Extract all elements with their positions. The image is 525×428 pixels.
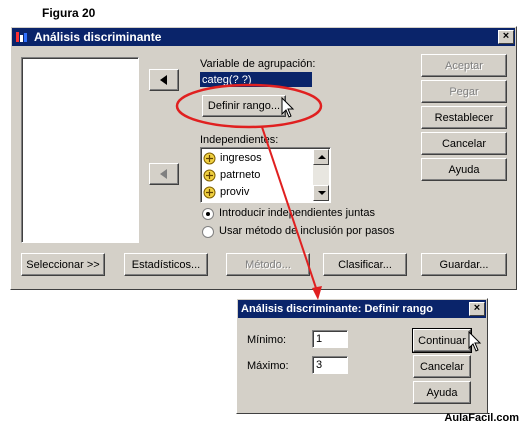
independents-label: Independientes: xyxy=(200,134,279,146)
grouping-variable-field[interactable]: categ(? ?) xyxy=(200,72,312,87)
define-range-dialog: Análisis discriminante: Definir rango × … xyxy=(236,298,488,414)
dialog-title: Análisis discriminante xyxy=(34,30,162,44)
chevron-up-icon xyxy=(318,155,326,159)
scroll-up-button[interactable] xyxy=(313,149,329,165)
site-watermark: AulaFacil.com xyxy=(444,412,519,424)
reset-button[interactable]: Restablecer xyxy=(421,106,507,129)
grouping-variable-label: Variable de agrupación: xyxy=(200,58,316,70)
radio-label: Usar método de inclusión por pasos xyxy=(219,225,395,237)
maximum-field[interactable]: 3 xyxy=(312,356,348,374)
scrollbar[interactable] xyxy=(313,149,329,201)
select-button[interactable]: Seleccionar >> xyxy=(21,253,105,276)
range-dialog-title: Análisis discriminante: Definir rango xyxy=(241,303,433,315)
dialog-titlebar: Análisis discriminante xyxy=(12,28,515,46)
scale-variable-icon xyxy=(203,186,216,198)
continue-button[interactable]: Continuar xyxy=(412,328,472,353)
range-cancel-button[interactable]: Cancelar xyxy=(413,355,471,378)
close-icon[interactable]: × xyxy=(498,30,514,44)
list-item[interactable]: proviv xyxy=(203,184,249,200)
range-dialog-titlebar: Análisis discriminante: Definir rango xyxy=(238,300,486,318)
maximum-label: Máximo: xyxy=(247,360,289,372)
save-button[interactable]: Guardar... xyxy=(421,253,507,276)
classify-button[interactable]: Clasificar... xyxy=(323,253,407,276)
chevron-down-icon xyxy=(318,191,326,195)
cancel-button[interactable]: Cancelar xyxy=(421,132,507,155)
scale-variable-icon xyxy=(203,152,216,164)
radio-enter-together[interactable] xyxy=(202,208,214,220)
list-item[interactable]: ingresos xyxy=(203,150,262,166)
arrow-left-icon xyxy=(160,169,167,179)
move-grouping-button[interactable] xyxy=(149,69,179,91)
discriminant-analysis-dialog: Análisis discriminante × Variable de agr… xyxy=(10,26,517,290)
radio-stepwise[interactable] xyxy=(202,226,214,238)
list-item[interactable]: patrneto xyxy=(203,167,260,183)
scale-variable-icon xyxy=(203,169,216,181)
define-range-button[interactable]: Definir rango... xyxy=(202,95,286,117)
figure-caption: Figura 20 xyxy=(42,6,96,20)
minimum-field[interactable]: 1 xyxy=(312,330,348,348)
close-icon[interactable]: × xyxy=(469,302,485,316)
range-help-button[interactable]: Ayuda xyxy=(413,381,471,404)
arrow-left-icon xyxy=(160,75,167,85)
radio-label: Introducir independientes juntas xyxy=(219,207,375,219)
independents-list[interactable]: ingresos patrneto proviv xyxy=(200,147,331,203)
move-independent-button[interactable] xyxy=(149,163,179,185)
accept-button[interactable]: Aceptar xyxy=(421,54,507,77)
minimum-label: Mínimo: xyxy=(247,334,287,346)
scroll-down-button[interactable] xyxy=(313,185,329,201)
help-button[interactable]: Ayuda xyxy=(421,158,507,181)
source-variable-list[interactable] xyxy=(21,57,139,243)
statistics-button[interactable]: Estadísticos... xyxy=(124,253,208,276)
paste-button[interactable]: Pegar xyxy=(421,80,507,103)
method-button[interactable]: Método... xyxy=(226,253,310,276)
spss-app-icon xyxy=(16,32,27,42)
